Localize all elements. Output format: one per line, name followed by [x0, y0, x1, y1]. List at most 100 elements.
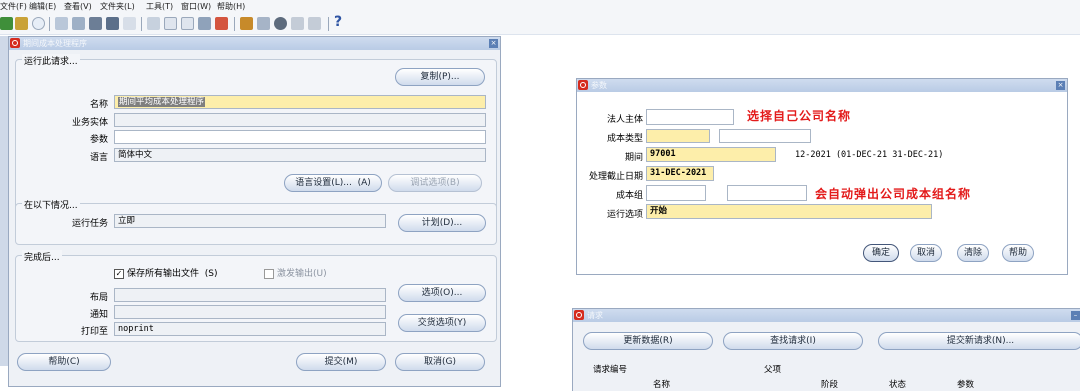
- checkbox-unchecked-icon: [264, 268, 274, 279]
- schedule-button[interactable]: 计划(D)...: [398, 214, 486, 232]
- cost-type-field[interactable]: [646, 129, 710, 143]
- close-icon[interactable]: ×: [489, 39, 498, 48]
- window-titlebar[interactable]: 期间成本处理程序 ×: [9, 37, 500, 50]
- run-task-field[interactable]: 立即: [114, 214, 386, 228]
- submit-button[interactable]: 提交(M): [296, 353, 386, 371]
- cost-group-label: 成本组: [615, 191, 643, 201]
- clear-record-icon[interactable]: [198, 17, 211, 30]
- copy-icon[interactable]: [164, 17, 177, 30]
- menu-view[interactable]: 查看(V): [64, 1, 92, 12]
- attach-icon[interactable]: [106, 17, 119, 30]
- edit-field-icon[interactable]: [240, 17, 253, 30]
- debug-options-button[interactable]: 调试选项(B): [388, 174, 482, 192]
- help-button[interactable]: 帮助(C): [17, 353, 111, 371]
- language-field[interactable]: 简体中文: [114, 148, 486, 162]
- toolbar-separator: [49, 17, 50, 31]
- close-form-icon[interactable]: [89, 17, 102, 30]
- zoom-icon[interactable]: [123, 17, 136, 30]
- delete-icon[interactable]: [215, 17, 228, 30]
- toolbar: ?: [0, 14, 1080, 35]
- annotation-auto-cost-group: 会自动弹出公司成本组名称: [815, 187, 972, 201]
- window-title: 请求: [587, 311, 603, 320]
- new-icon[interactable]: [0, 17, 13, 30]
- layout-field[interactable]: [114, 288, 386, 302]
- navigator-icon[interactable]: [32, 17, 45, 30]
- oracle-icon: [578, 80, 588, 90]
- help-icon[interactable]: ?: [334, 14, 342, 30]
- toolbar-separator: [328, 17, 329, 31]
- phase-column-header: 阶段: [821, 380, 839, 390]
- run-option-field[interactable]: 开始: [646, 204, 932, 219]
- operating-unit-label: 业务实体: [71, 118, 108, 128]
- notify-field[interactable]: [114, 305, 386, 319]
- status-column-header: 状态: [889, 380, 907, 390]
- cost-type-description: [719, 129, 811, 143]
- submit-request-window: 期间成本处理程序 × 运行此请求... 复制(P)... 名称 期间平均成本处理…: [8, 36, 501, 387]
- background-window-edge: [0, 36, 8, 366]
- name-field[interactable]: 期间平均成本处理程序: [114, 95, 486, 109]
- find-icon[interactable]: [15, 17, 28, 30]
- run-task-label: 运行任务: [71, 219, 108, 229]
- clear-button[interactable]: 清除: [957, 244, 989, 262]
- copy-button[interactable]: 复制(P)...: [395, 68, 485, 86]
- run-request-group: 运行此请求... 复制(P)... 名称 期间平均成本处理程序 业务实体 参数 …: [15, 54, 497, 216]
- print-to-field[interactable]: noprint: [114, 322, 386, 336]
- checkbox-checked-icon: ✓: [114, 268, 124, 279]
- notify-label: 通知: [89, 310, 108, 320]
- cutoff-date-field[interactable]: 31-DEC-2021: [646, 166, 714, 181]
- cutoff-date-label: 处理截止日期: [588, 172, 643, 182]
- menu-window[interactable]: 窗口(W): [181, 1, 211, 12]
- legal-entity-field[interactable]: [646, 109, 734, 125]
- paste-icon[interactable]: [181, 17, 194, 30]
- folder-icon[interactable]: [257, 17, 270, 30]
- tools-icon[interactable]: [291, 17, 304, 30]
- find-requests-button[interactable]: 查找请求(I): [723, 332, 863, 350]
- minimize-icon[interactable]: –: [1071, 311, 1080, 320]
- submit-new-request-button[interactable]: 提交新请求(N)...: [878, 332, 1080, 350]
- legal-entity-label: 法人主体: [606, 115, 643, 125]
- close-icon[interactable]: ×: [1056, 81, 1065, 90]
- name-column-header: 名称: [653, 380, 671, 390]
- cancel-button[interactable]: 取消(G): [395, 353, 485, 371]
- request-id-column-header: 请求编号: [593, 365, 628, 375]
- help-button[interactable]: 帮助: [1002, 244, 1034, 262]
- record-icon[interactable]: [274, 17, 287, 30]
- cost-group-field[interactable]: [646, 185, 706, 201]
- language-settings-button[interactable]: 语言设置(L)... (A): [284, 174, 382, 192]
- cost-type-label: 成本类型: [606, 134, 643, 144]
- window-title: 期间成本处理程序: [23, 39, 87, 48]
- menu-file[interactable]: 文件(F): [0, 1, 27, 12]
- options-button[interactable]: 选项(O)...: [398, 284, 486, 302]
- cost-group-description: [727, 185, 807, 201]
- oracle-icon: [574, 310, 584, 320]
- save-icon[interactable]: [55, 17, 68, 30]
- menu-folder[interactable]: 文件夹(L): [100, 1, 135, 12]
- burst-output-checkbox[interactable]: 激发输出(U): [264, 266, 327, 279]
- window-titlebar[interactable]: 参数 ×: [577, 79, 1067, 92]
- period-field[interactable]: 97001: [646, 147, 776, 162]
- window-title: 参数: [591, 81, 607, 90]
- name-label: 名称: [89, 100, 108, 110]
- menu-tools[interactable]: 工具(T): [146, 1, 173, 12]
- menu-edit[interactable]: 编辑(E): [29, 1, 56, 12]
- window-titlebar[interactable]: 请求 –: [573, 309, 1080, 322]
- print-icon[interactable]: [72, 17, 85, 30]
- save-output-label: 保存所有输出文件: [127, 269, 200, 279]
- save-output-checkbox[interactable]: ✓ 保存所有输出文件 (S): [114, 266, 218, 279]
- ok-button[interactable]: 确定: [863, 244, 899, 262]
- refresh-data-button[interactable]: 更新数据(R): [583, 332, 713, 350]
- group-title: 在以下情况...: [22, 198, 80, 211]
- window-icon[interactable]: [308, 17, 321, 30]
- delivery-options-button[interactable]: 交货选项(Y): [398, 314, 486, 332]
- run-option-label: 运行选项: [606, 210, 643, 220]
- menu-help[interactable]: 帮助(H): [217, 1, 245, 12]
- cut-icon[interactable]: [147, 17, 160, 30]
- print-to-label: 打印至: [80, 327, 108, 337]
- cancel-button[interactable]: 取消: [910, 244, 942, 262]
- annotation-select-company: 选择自己公司名称: [747, 109, 852, 123]
- parameters-field[interactable]: [114, 130, 486, 144]
- group-title: 完成后...: [22, 250, 62, 263]
- oracle-icon: [10, 38, 20, 48]
- operating-unit-field[interactable]: [114, 113, 486, 127]
- parameters-column-header: 参数: [957, 380, 975, 390]
